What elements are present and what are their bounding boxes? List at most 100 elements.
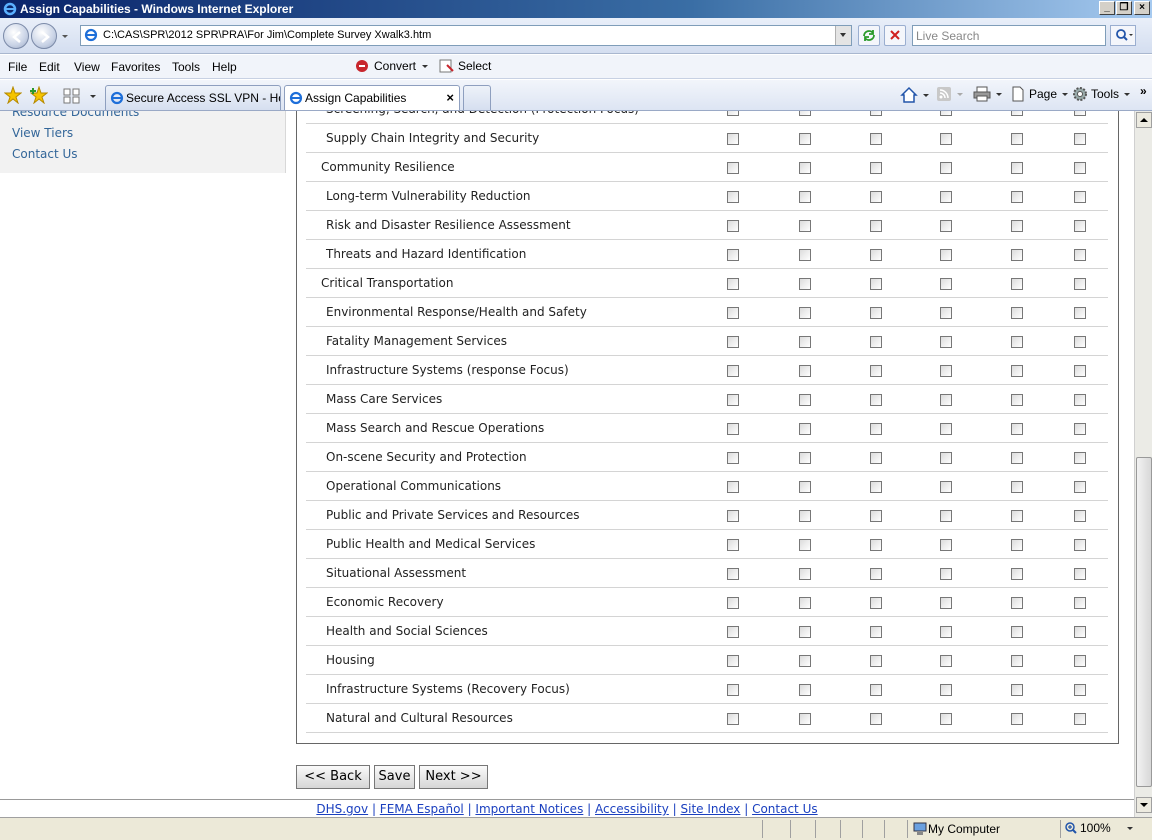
capability-checkbox[interactable]	[799, 684, 811, 696]
capability-checkbox[interactable]	[940, 452, 952, 464]
capability-checkbox[interactable]	[727, 307, 739, 319]
capability-checkbox[interactable]	[727, 539, 739, 551]
capability-checkbox[interactable]	[1011, 510, 1023, 522]
menu-file[interactable]: File	[8, 60, 27, 74]
capability-checkbox[interactable]	[870, 133, 882, 145]
capability-checkbox[interactable]	[1074, 481, 1086, 493]
capability-checkbox[interactable]	[940, 336, 952, 348]
back-nav-button[interactable]	[3, 23, 29, 49]
capability-checkbox[interactable]	[1011, 307, 1023, 319]
capability-checkbox[interactable]	[1074, 626, 1086, 638]
capability-checkbox[interactable]	[799, 539, 811, 551]
next-button[interactable]: Next >>	[419, 765, 488, 789]
capability-checkbox[interactable]	[1074, 510, 1086, 522]
capability-checkbox[interactable]	[799, 162, 811, 174]
capability-checkbox[interactable]	[1074, 278, 1086, 290]
capability-checkbox[interactable]	[870, 278, 882, 290]
capability-checkbox[interactable]	[1011, 684, 1023, 696]
capability-checkbox[interactable]	[727, 394, 739, 406]
nav-link-contact-us[interactable]: Contact Us	[12, 147, 78, 161]
capability-checkbox[interactable]	[870, 220, 882, 232]
nav-link-view-tiers[interactable]: View Tiers	[12, 126, 73, 140]
feeds-button[interactable]	[936, 86, 965, 102]
menu-help[interactable]: Help	[212, 60, 237, 74]
print-button[interactable]	[973, 86, 1004, 102]
capability-checkbox[interactable]	[1011, 626, 1023, 638]
capability-checkbox[interactable]	[727, 626, 739, 638]
capability-checkbox[interactable]	[870, 307, 882, 319]
capability-checkbox[interactable]	[940, 684, 952, 696]
capability-checkbox[interactable]	[799, 597, 811, 609]
menu-tools[interactable]: Tools	[172, 60, 200, 74]
capability-checkbox[interactable]	[1011, 597, 1023, 609]
forward-nav-button[interactable]	[31, 23, 57, 49]
capability-checkbox[interactable]	[1011, 278, 1023, 290]
close-window-button[interactable]: ×	[1134, 1, 1150, 15]
capability-checkbox[interactable]	[940, 510, 952, 522]
zoom-control[interactable]: 100%	[1064, 821, 1135, 835]
capability-checkbox[interactable]	[870, 539, 882, 551]
refresh-button[interactable]	[858, 25, 880, 46]
capability-checkbox[interactable]	[799, 394, 811, 406]
capability-checkbox[interactable]	[1011, 111, 1023, 116]
capability-checkbox[interactable]	[870, 597, 882, 609]
capability-checkbox[interactable]	[940, 626, 952, 638]
menu-edit[interactable]: Edit	[39, 60, 60, 74]
capability-checkbox[interactable]	[870, 481, 882, 493]
capability-checkbox[interactable]	[940, 713, 952, 725]
capability-checkbox[interactable]	[1074, 162, 1086, 174]
capability-checkbox[interactable]	[1074, 133, 1086, 145]
capability-checkbox[interactable]	[940, 423, 952, 435]
capability-checkbox[interactable]	[870, 510, 882, 522]
capability-checkbox[interactable]	[1074, 684, 1086, 696]
footer-link[interactable]: FEMA Español	[380, 802, 464, 816]
capability-checkbox[interactable]	[727, 191, 739, 203]
capability-checkbox[interactable]	[1074, 191, 1086, 203]
capability-checkbox[interactable]	[727, 249, 739, 261]
capability-checkbox[interactable]	[727, 655, 739, 667]
tab-list-dropdown-icon[interactable]	[88, 91, 98, 101]
capability-checkbox[interactable]	[1074, 365, 1086, 377]
footer-link[interactable]: Site Index	[681, 802, 741, 816]
capability-checkbox[interactable]	[1011, 336, 1023, 348]
capability-checkbox[interactable]	[940, 394, 952, 406]
capability-checkbox[interactable]	[727, 423, 739, 435]
history-dropdown-icon[interactable]	[60, 31, 70, 41]
minimize-button[interactable]: _	[1099, 1, 1115, 15]
capability-checkbox[interactable]	[727, 568, 739, 580]
capability-checkbox[interactable]	[799, 365, 811, 377]
capability-checkbox[interactable]	[1074, 394, 1086, 406]
capability-checkbox[interactable]	[1011, 162, 1023, 174]
capability-checkbox[interactable]	[870, 423, 882, 435]
favorites-star-icon[interactable]	[4, 86, 22, 104]
capability-checkbox[interactable]	[1011, 191, 1023, 203]
capability-checkbox[interactable]	[1074, 249, 1086, 261]
capability-checkbox[interactable]	[1011, 655, 1023, 667]
capability-checkbox[interactable]	[1074, 336, 1086, 348]
footer-link[interactable]: Accessibility	[595, 802, 669, 816]
scroll-up-button[interactable]	[1136, 112, 1152, 128]
capability-checkbox[interactable]	[940, 133, 952, 145]
capability-checkbox[interactable]	[1074, 539, 1086, 551]
capability-checkbox[interactable]	[940, 481, 952, 493]
capability-checkbox[interactable]	[799, 278, 811, 290]
tab-assign-capabilities[interactable]: Assign Capabilities ×	[284, 85, 460, 110]
capability-checkbox[interactable]	[1011, 713, 1023, 725]
capability-checkbox[interactable]	[940, 249, 952, 261]
close-tab-icon[interactable]: ×	[446, 90, 454, 105]
capability-checkbox[interactable]	[727, 111, 739, 116]
capability-checkbox[interactable]	[727, 365, 739, 377]
capability-checkbox[interactable]	[940, 278, 952, 290]
vertical-scrollbar[interactable]	[1134, 111, 1152, 817]
capability-checkbox[interactable]	[870, 162, 882, 174]
page-menu-button[interactable]: Page	[1010, 86, 1070, 102]
capability-checkbox[interactable]	[940, 220, 952, 232]
capability-checkbox[interactable]	[727, 452, 739, 464]
scrollbar-thumb[interactable]	[1136, 457, 1152, 787]
capability-checkbox[interactable]	[799, 249, 811, 261]
capability-checkbox[interactable]	[799, 626, 811, 638]
toolbar-overflow-chevron-icon[interactable]: »	[1140, 84, 1147, 98]
capability-checkbox[interactable]	[870, 111, 882, 116]
capability-checkbox[interactable]	[940, 597, 952, 609]
capability-checkbox[interactable]	[870, 394, 882, 406]
